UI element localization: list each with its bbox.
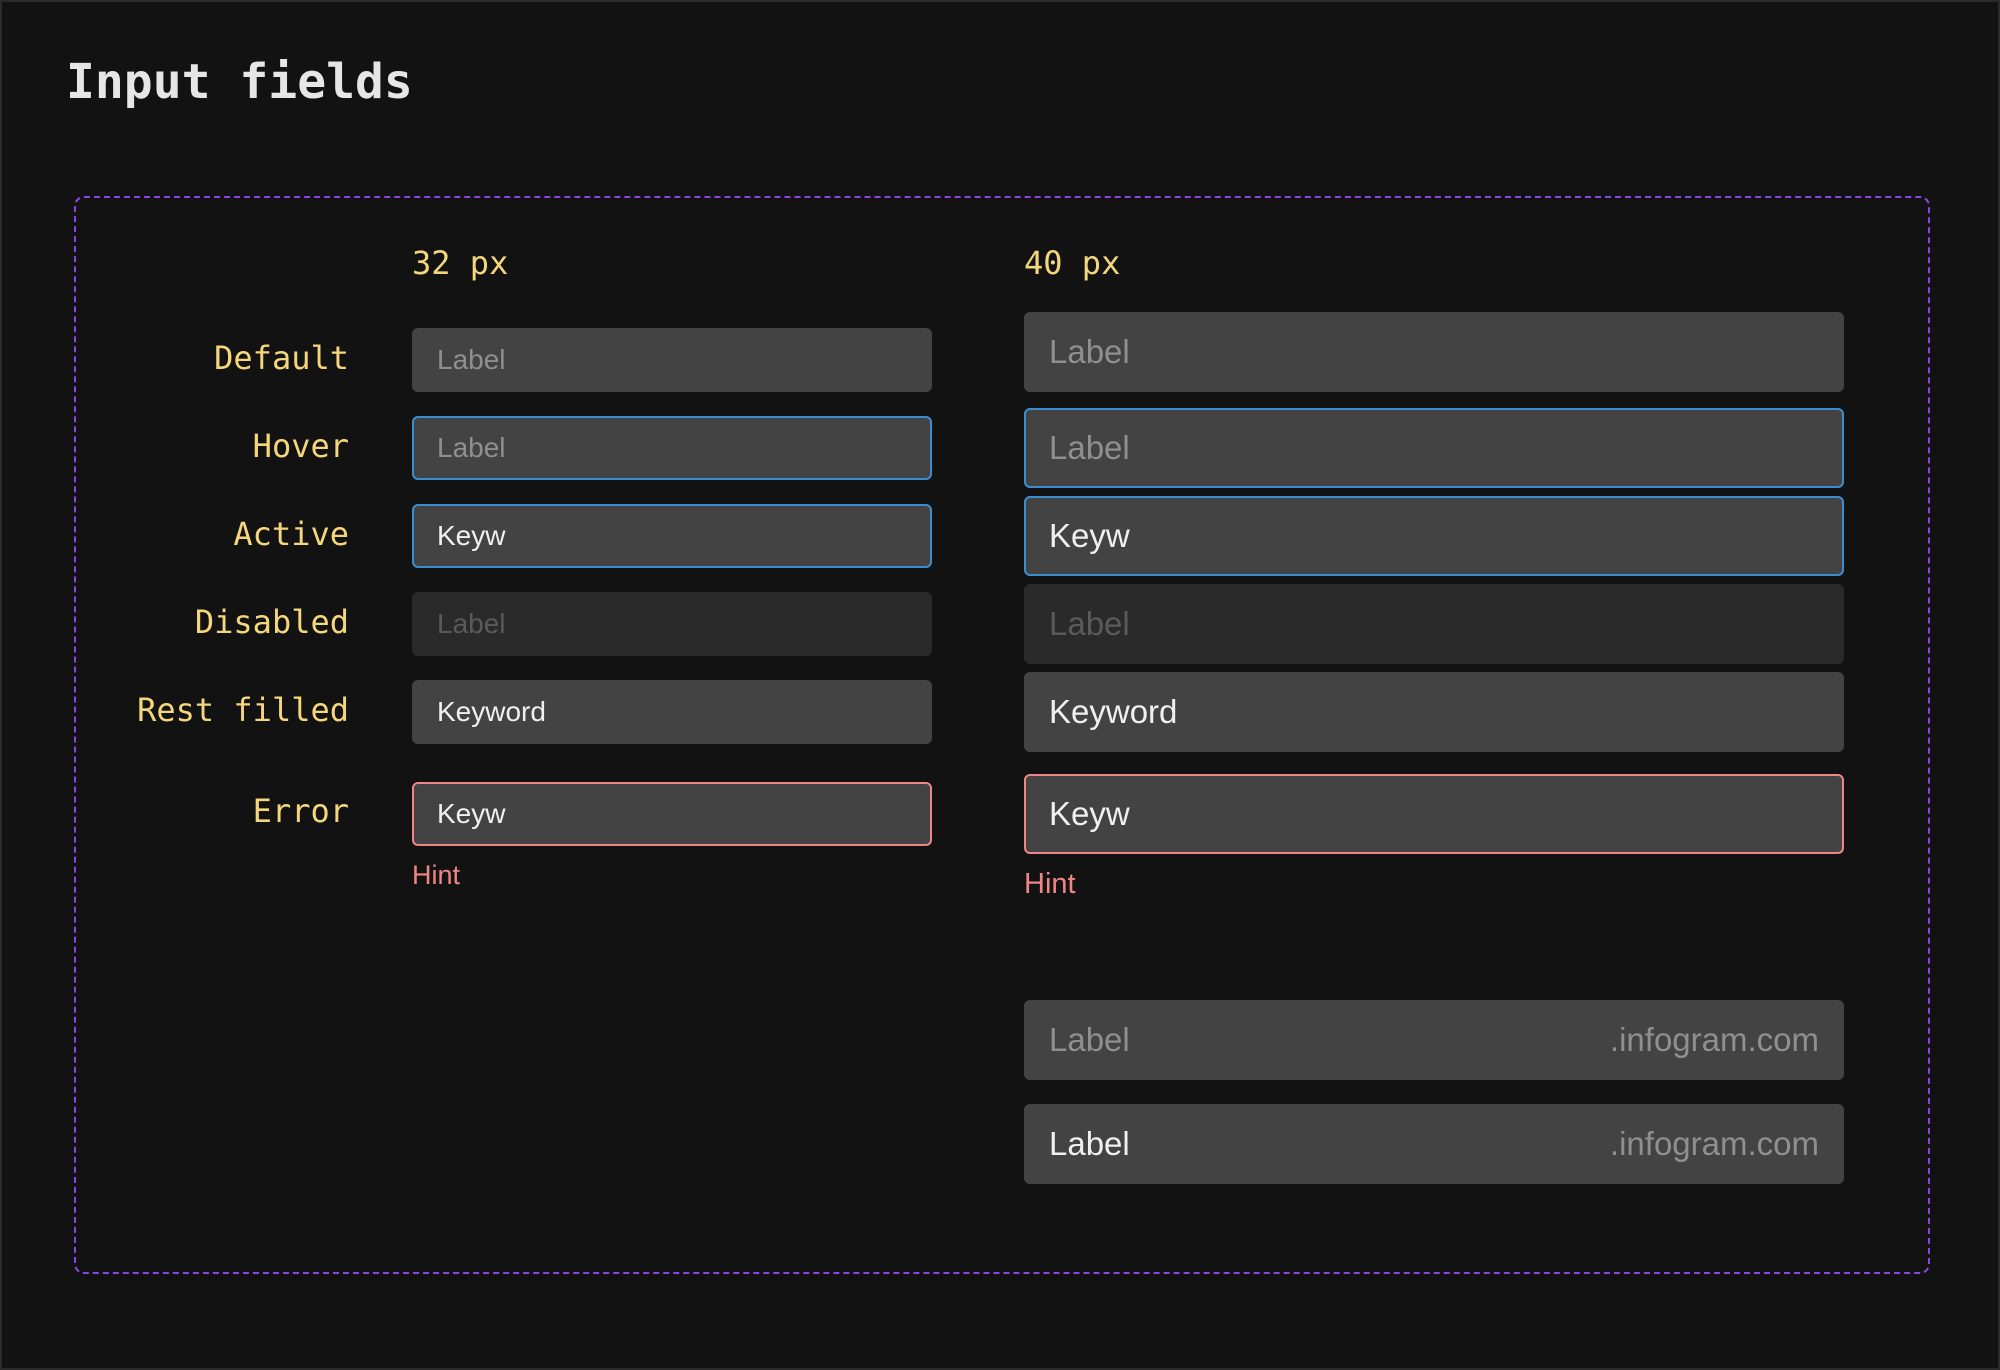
placeholder-text: Label [437,344,506,375]
input-value: Keyw [1049,795,1130,832]
state-label-disabled: Disabled [194,603,349,641]
placeholder-text: Label [437,432,506,463]
input-active-32[interactable]: Keyw [412,504,932,568]
input-error-40[interactable]: Keyw [1024,774,1844,854]
input-active-40[interactable]: Keyw [1024,496,1844,576]
domain-suffix: .infogram.com [1609,1125,1819,1162]
input-default-40[interactable]: Label [1024,312,1844,392]
input-value: Keyw [437,520,506,551]
placeholder-text: Label [1049,333,1130,370]
input-error-32[interactable]: Keyw [412,782,932,846]
domain-suffix: .infogram.com [1609,1021,1819,1058]
input-default-32[interactable]: Label [412,328,932,392]
column-heading-32px: 32 px [412,244,509,282]
state-label-default: Default [214,339,349,377]
placeholder-text: Label [1049,605,1130,642]
input-value: Label [1049,1125,1130,1162]
input-disabled-40: Label [1024,584,1844,664]
state-label-rest-filled: Rest filled [137,691,349,729]
input-hover-32[interactable]: Label [412,416,932,480]
input-value: Keyw [1049,517,1130,554]
input-hover-40[interactable]: Label [1024,408,1844,488]
page-title: Input fields [66,54,413,110]
input-rest-filled-40[interactable]: Keyword [1024,672,1844,752]
input-value: Keyword [437,696,546,727]
input-value: Keyword [1049,693,1178,730]
placeholder-text: Label [1049,1021,1130,1058]
input-value: Keyw [437,798,506,829]
state-label-error: Error [252,792,349,830]
placeholder-text: Label [437,608,506,639]
error-hint-32: Hint [412,860,461,890]
column-heading-40px: 40 px [1024,244,1121,282]
input-disabled-32: Label [412,592,932,656]
state-label-active: Active [233,515,349,553]
input-rest-filled-32[interactable]: Keyword [412,680,932,744]
input-with-suffix-filled[interactable]: Label .infogram.com [1024,1104,1844,1184]
input-with-suffix-placeholder[interactable]: Label .infogram.com [1024,1000,1844,1080]
error-hint-40: Hint [1024,868,1076,900]
placeholder-text: Label [1049,429,1130,466]
state-label-hover: Hover [252,427,349,465]
canvas: Input fields 32 px 40 px Default Hover A… [0,0,2000,1370]
